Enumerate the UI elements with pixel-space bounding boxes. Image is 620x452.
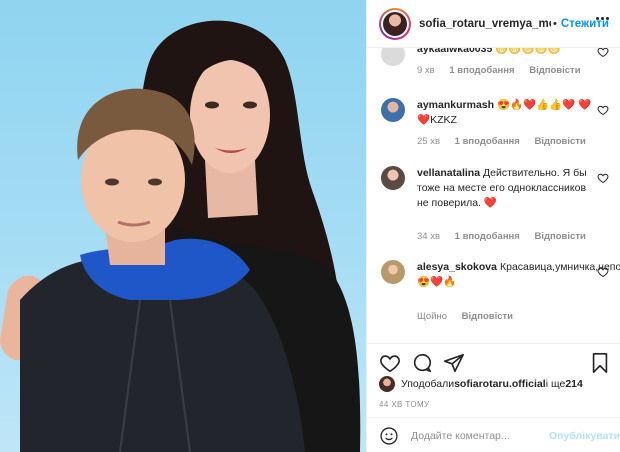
comment-reply-button[interactable]: Відповісти	[534, 231, 585, 242]
post-sidebar: sofia_rotaru_vremya_mc • Стежити aykaalw…	[366, 0, 620, 452]
comment-time[interactable]: 9 хв	[417, 65, 435, 76]
heart-icon[interactable]	[597, 172, 609, 184]
comment-item: vellanatalina Действительно. Я бы тоже на…	[379, 166, 611, 246]
comment-likes[interactable]: 1 вподобання	[449, 65, 514, 76]
liker-username[interactable]: sofiarotaru.official	[454, 378, 546, 390]
likes-summary: Уподобали sofiarotaru.official і ще 214	[379, 376, 583, 392]
post-photo-illustration	[0, 20, 361, 452]
comment-text: aykaalwka0035 😁😁😁😁😁	[417, 48, 593, 57]
comment-username[interactable]: vellanatalina	[417, 167, 480, 179]
comment-meta: 34 хв 1 вподобання Відповісти	[417, 231, 598, 242]
heart-icon[interactable]	[597, 48, 609, 58]
likes-count[interactable]: 214	[565, 378, 583, 390]
comment-likes[interactable]: 1 вподобання	[455, 136, 520, 147]
more-icon[interactable]	[596, 17, 609, 20]
comment-username[interactable]: alesya_skokova	[417, 261, 497, 273]
smile-icon[interactable]	[379, 426, 399, 446]
comment-item: aykaalwka0035 😁😁😁😁😁 9 хв 1 вподобання Від…	[379, 48, 611, 82]
comment-text: vellanatalina Действительно. Я бы тоже на…	[417, 167, 587, 209]
comment-item: aymankurmash 😍🔥❤️👍👍❤️ ❤️❤️KZKZ 25 хв 1 вп…	[379, 98, 611, 148]
publish-button[interactable]: Опублікувати	[549, 430, 620, 442]
comment-avatar[interactable]	[381, 260, 405, 284]
author-username[interactable]: sofia_rotaru_vremya_mc	[419, 18, 551, 30]
comment-input[interactable]: Додайте коментар...	[411, 430, 541, 442]
heart-icon[interactable]	[597, 266, 609, 278]
comment-time[interactable]: 25 хв	[417, 136, 440, 147]
comment-time[interactable]: 34 хв	[417, 231, 440, 242]
comment-username[interactable]: aykaalwka0035	[417, 48, 492, 55]
comment-avatar[interactable]	[381, 48, 405, 66]
send-icon[interactable]	[443, 352, 465, 374]
heart-icon[interactable]	[597, 104, 609, 116]
comment-meta: 25 хв 1 вподобання Відповісти	[417, 136, 598, 147]
comment-reply-button[interactable]: Відповісти	[534, 136, 585, 147]
post-actions: Уподобали sofiarotaru.official і ще 214 …	[367, 343, 620, 452]
comment-text: alesya_skokovaКрасавица,умничка,неповтор…	[417, 261, 620, 288]
bookmark-icon[interactable]	[589, 352, 611, 374]
comment-time[interactable]: Щойно	[417, 311, 447, 322]
author-avatar[interactable]	[379, 7, 411, 40]
comment-text: aymankurmash 😍🔥❤️👍👍❤️ ❤️❤️KZKZ	[417, 99, 592, 126]
comment-reply-button[interactable]: Відповісти	[529, 65, 580, 76]
comment-meta: Щойно Відповісти	[417, 311, 525, 322]
comment-reply-button[interactable]: Відповісти	[462, 311, 513, 322]
liker-avatar[interactable]	[379, 376, 395, 392]
header-separator: •	[553, 17, 557, 30]
heart-icon[interactable]	[379, 352, 401, 374]
comment-likes[interactable]: 1 вподобання	[455, 231, 520, 242]
post-header: sofia_rotaru_vremya_mc • Стежити	[367, 0, 620, 48]
add-comment-bar: Додайте коментар... Опублікувати	[367, 417, 620, 452]
comment-username[interactable]: aymankurmash	[417, 99, 494, 111]
comment-item: alesya_skokovaКрасавица,умничка,неповтор…	[379, 260, 620, 330]
action-bar	[379, 348, 611, 378]
comment-icon[interactable]	[411, 352, 433, 374]
post-timestamp[interactable]: 44 ХВ ТОМУ	[379, 400, 430, 409]
comment-meta: 9 хв 1 вподобання Відповісти	[417, 65, 593, 76]
comment-avatar[interactable]	[381, 166, 405, 190]
comment-avatar[interactable]	[381, 98, 405, 122]
post-photo[interactable]	[0, 0, 366, 452]
comments-list[interactable]: aykaalwka0035 😁😁😁😁😁 9 хв 1 вподобання Від…	[367, 48, 620, 343]
